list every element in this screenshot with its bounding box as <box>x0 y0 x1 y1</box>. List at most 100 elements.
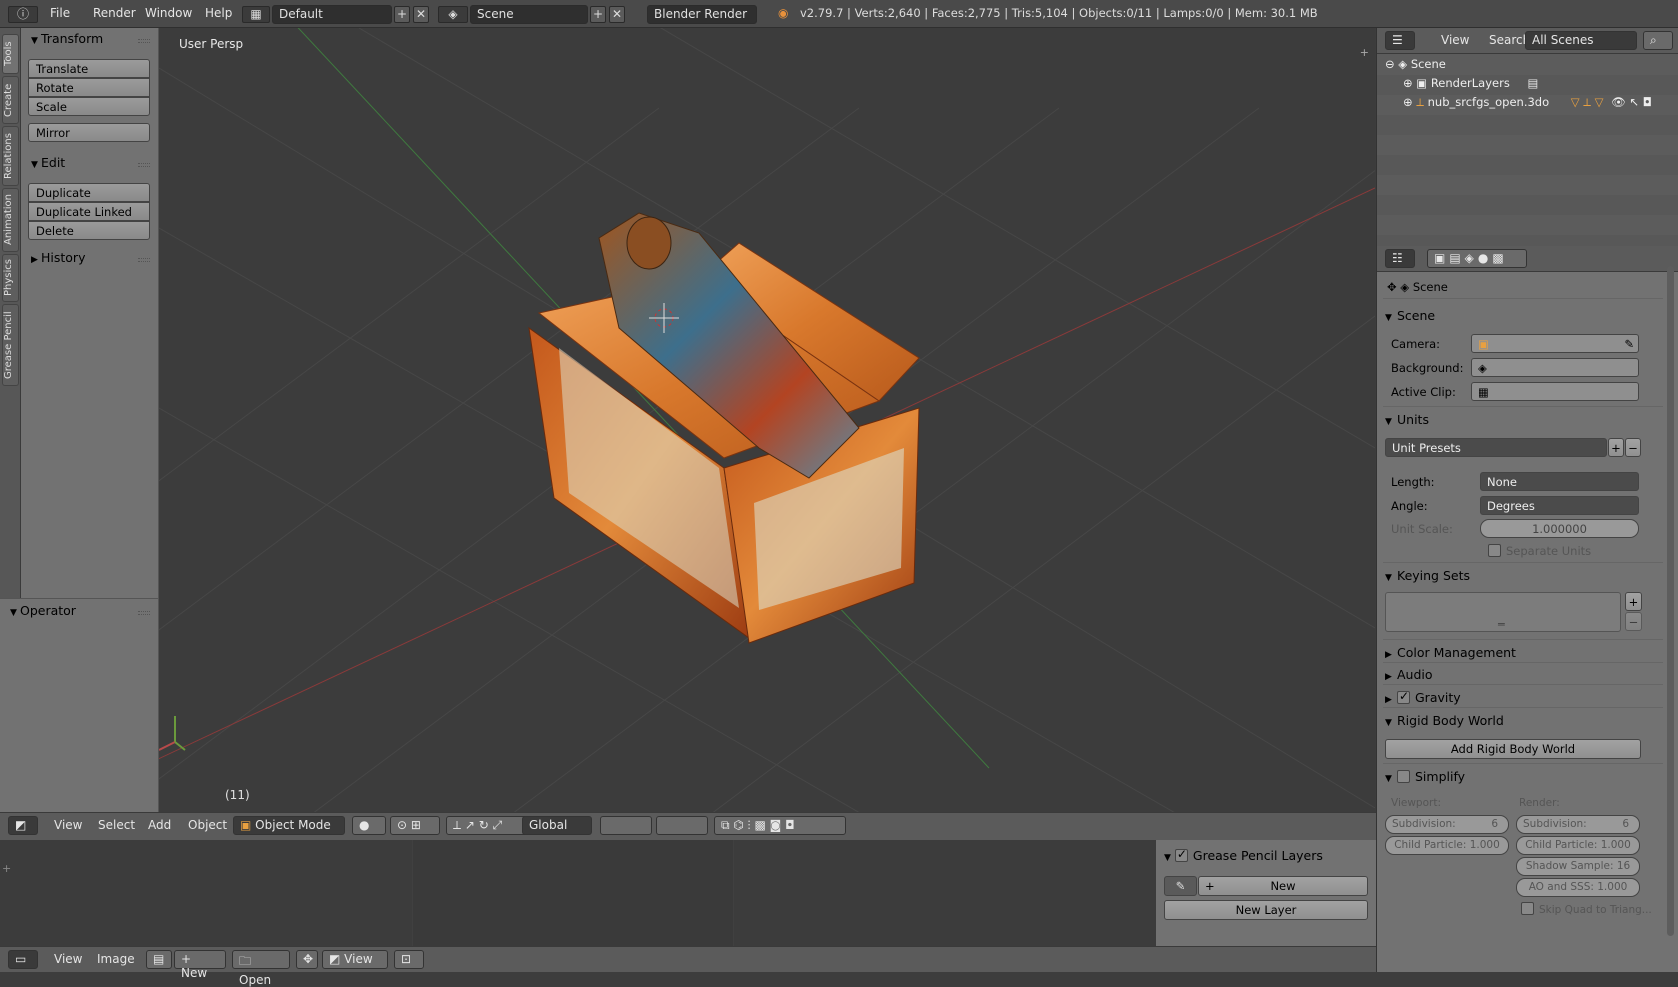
tab-animation[interactable]: Animation <box>2 188 19 252</box>
pin-icon[interactable]: ✥ <box>1387 280 1397 294</box>
rigid-body-world-panel-header[interactable]: ▼ Rigid Body World <box>1385 713 1504 728</box>
outliner-menu-view[interactable]: View <box>1441 33 1469 47</box>
length-dropdown[interactable]: None <box>1480 472 1639 491</box>
scene-name-field[interactable]: Scene <box>470 5 588 24</box>
duplicate-linked-button[interactable]: Duplicate Linked <box>28 202 150 221</box>
properties-scrollbar[interactable] <box>1667 266 1674 936</box>
simplify-checkbox[interactable] <box>1397 770 1410 783</box>
tree-item-object[interactable]: ⊕ ⟂ nub_srcfgs_open.3do ▽ ⟂ ▽ 👁 ↖ ◘ <box>1403 95 1652 110</box>
scale-button[interactable]: Scale <box>28 97 150 116</box>
delete-button[interactable]: Delete <box>28 221 150 240</box>
image-open-button[interactable]: 🗀 Open <box>232 950 290 987</box>
scene-picker-button[interactable]: ◈ <box>438 6 468 23</box>
unit-scale-field[interactable]: 1.000000 <box>1480 519 1639 538</box>
snap-and-render-buttons[interactable]: ⧉ ⌬ ⫶ ▩ ◙ ◘ <box>714 816 846 835</box>
translate-button[interactable]: Translate <box>28 59 150 78</box>
image-new-button[interactable]: + New <box>174 950 226 980</box>
ao-sss-field[interactable]: AO and SSS: 1.000 <box>1516 878 1640 897</box>
layer-buttons-1[interactable] <box>600 816 652 835</box>
scene-panel-header[interactable]: ▼ Scene <box>1385 308 1435 323</box>
panel-grip-icon[interactable] <box>138 39 150 43</box>
image-menu-image[interactable]: Image <box>97 952 135 966</box>
mode-dropdown[interactable]: ▣ Object Mode <box>233 816 345 835</box>
transform-panel-header[interactable]: ▼ Transform <box>21 31 158 51</box>
tab-create[interactable]: Create <box>2 76 19 124</box>
menu-render[interactable]: Render <box>93 6 136 20</box>
rotate-button[interactable]: Rotate <box>28 78 150 97</box>
add-keying-set-button[interactable]: + <box>1625 592 1642 611</box>
panel-grip-icon[interactable] <box>138 163 150 167</box>
image-editor-area[interactable]: + <box>0 840 1156 946</box>
remove-scene-button[interactable]: ✕ <box>609 6 625 23</box>
render-child-particle-field[interactable]: Child Particle: 1.000 <box>1516 836 1640 855</box>
panel-grip-icon[interactable] <box>138 611 150 615</box>
render-engine-dropdown[interactable]: Blender Render <box>647 5 757 24</box>
tab-relations[interactable]: Relations <box>2 126 19 186</box>
menu-window[interactable]: Window <box>145 6 192 20</box>
history-panel-header[interactable]: ▶ History <box>21 250 158 270</box>
render-camera-icon[interactable]: ◘ <box>1643 95 1652 109</box>
image-view-mode-dropdown[interactable]: ◩ View <box>322 950 388 969</box>
editor-type-3dview-button[interactable]: ◩ <box>8 816 38 835</box>
render-subdivision-field[interactable]: Subdivision: 6 <box>1516 815 1640 834</box>
grease-pencil-checkbox[interactable] <box>1174 847 1188 862</box>
color-management-panel-header[interactable]: ▶ Color Management <box>1385 645 1516 660</box>
outliner-search-button[interactable]: ⌕ <box>1643 31 1673 50</box>
separate-units-checkbox[interactable]: Separate Units <box>1488 544 1591 558</box>
edit-panel-header[interactable]: ▼ Edit <box>21 155 158 175</box>
shadow-sample-field[interactable]: Shadow Sample: 16 <box>1516 857 1640 876</box>
viewport-child-particle-field[interactable]: Child Particle: 1.000 <box>1385 836 1509 855</box>
list-resize-handle-icon[interactable]: ═ <box>1498 618 1505 631</box>
remove-preset-button[interactable]: − <box>1625 438 1641 457</box>
angle-dropdown[interactable]: Degrees <box>1480 496 1639 515</box>
background-field[interactable]: ◈ <box>1471 358 1639 377</box>
add-layout-button[interactable]: + <box>394 6 410 23</box>
tab-grease-pencil[interactable]: Grease Pencil <box>2 304 19 386</box>
tree-item-renderlayers[interactable]: ⊕ ▣ RenderLayers ▤ <box>1403 76 1538 90</box>
expand-properties-icon[interactable]: + <box>1360 46 1369 59</box>
image-menu-view[interactable]: View <box>54 952 82 966</box>
menu-object[interactable]: Object <box>188 818 227 832</box>
image-browse-button[interactable]: ▤ <box>146 950 172 969</box>
tab-physics[interactable]: Physics <box>2 254 19 302</box>
pin-button[interactable]: ✥ <box>296 950 318 969</box>
keying-sets-list[interactable]: ═ <box>1385 592 1621 632</box>
gravity-checkbox[interactable] <box>1397 689 1410 704</box>
select-cursor-icon[interactable]: ↖ <box>1629 95 1639 109</box>
pivot-and-manipulator-buttons[interactable]: ⊙ ⊞ <box>390 816 440 835</box>
menu-add[interactable]: Add <box>148 818 171 832</box>
remove-layout-button[interactable]: ✕ <box>413 6 429 23</box>
add-rigid-body-world-button[interactable]: Add Rigid Body World <box>1385 739 1641 759</box>
editor-type-image-button[interactable]: ▭ <box>8 950 38 969</box>
grease-pencil-header[interactable]: ▼ Grease Pencil Layers <box>1164 847 1323 863</box>
viewport-subdivision-field[interactable]: Subdivision: 6 <box>1385 815 1509 834</box>
panel-grip-icon[interactable] <box>138 258 150 262</box>
simplify-panel-header[interactable]: ▼ Simplify <box>1385 769 1465 784</box>
viewport-shading-dropdown[interactable]: ● <box>352 816 386 835</box>
gravity-panel-header[interactable]: ▶ Gravity <box>1385 689 1461 705</box>
transform-orientation-dropdown[interactable]: Global <box>522 816 592 835</box>
units-panel-header[interactable]: ▼ Units <box>1385 412 1429 427</box>
layout-name-field[interactable]: Default <box>272 5 392 24</box>
menu-file[interactable]: File <box>50 6 70 20</box>
menu-view[interactable]: View <box>54 818 82 832</box>
tree-item-scene[interactable]: ⊖ ◈ Scene <box>1385 57 1446 71</box>
new-grease-pencil-button[interactable]: + New <box>1198 876 1368 896</box>
visibility-eye-icon[interactable]: 👁 <box>1611 95 1626 109</box>
operator-panel-header[interactable]: ▼ Operator <box>0 603 158 623</box>
audio-panel-header[interactable]: ▶ Audio <box>1385 667 1433 682</box>
eyedropper-icon[interactable]: ✎ <box>1624 337 1634 351</box>
properties-context-tabs[interactable]: ▣▤◈●▩ <box>1427 249 1527 268</box>
expand-toolshelf-icon[interactable]: + <box>2 862 11 875</box>
add-preset-button[interactable]: + <box>1608 438 1624 457</box>
new-layer-button[interactable]: New Layer <box>1164 900 1368 920</box>
render-slot-button[interactable]: ⊡ <box>394 950 424 969</box>
layer-buttons-2[interactable] <box>656 816 708 835</box>
editor-type-properties-button[interactable]: ☷ <box>1385 249 1415 268</box>
camera-field[interactable]: ▣ ✎ <box>1471 334 1639 353</box>
unit-presets-dropdown[interactable]: Unit Presets <box>1385 438 1607 457</box>
tab-tools[interactable]: Tools <box>2 34 19 74</box>
add-scene-button[interactable]: + <box>590 6 606 23</box>
editor-type-outliner-button[interactable]: ☰ <box>1385 31 1415 50</box>
layout-picker-button[interactable]: ▦ <box>242 6 270 23</box>
